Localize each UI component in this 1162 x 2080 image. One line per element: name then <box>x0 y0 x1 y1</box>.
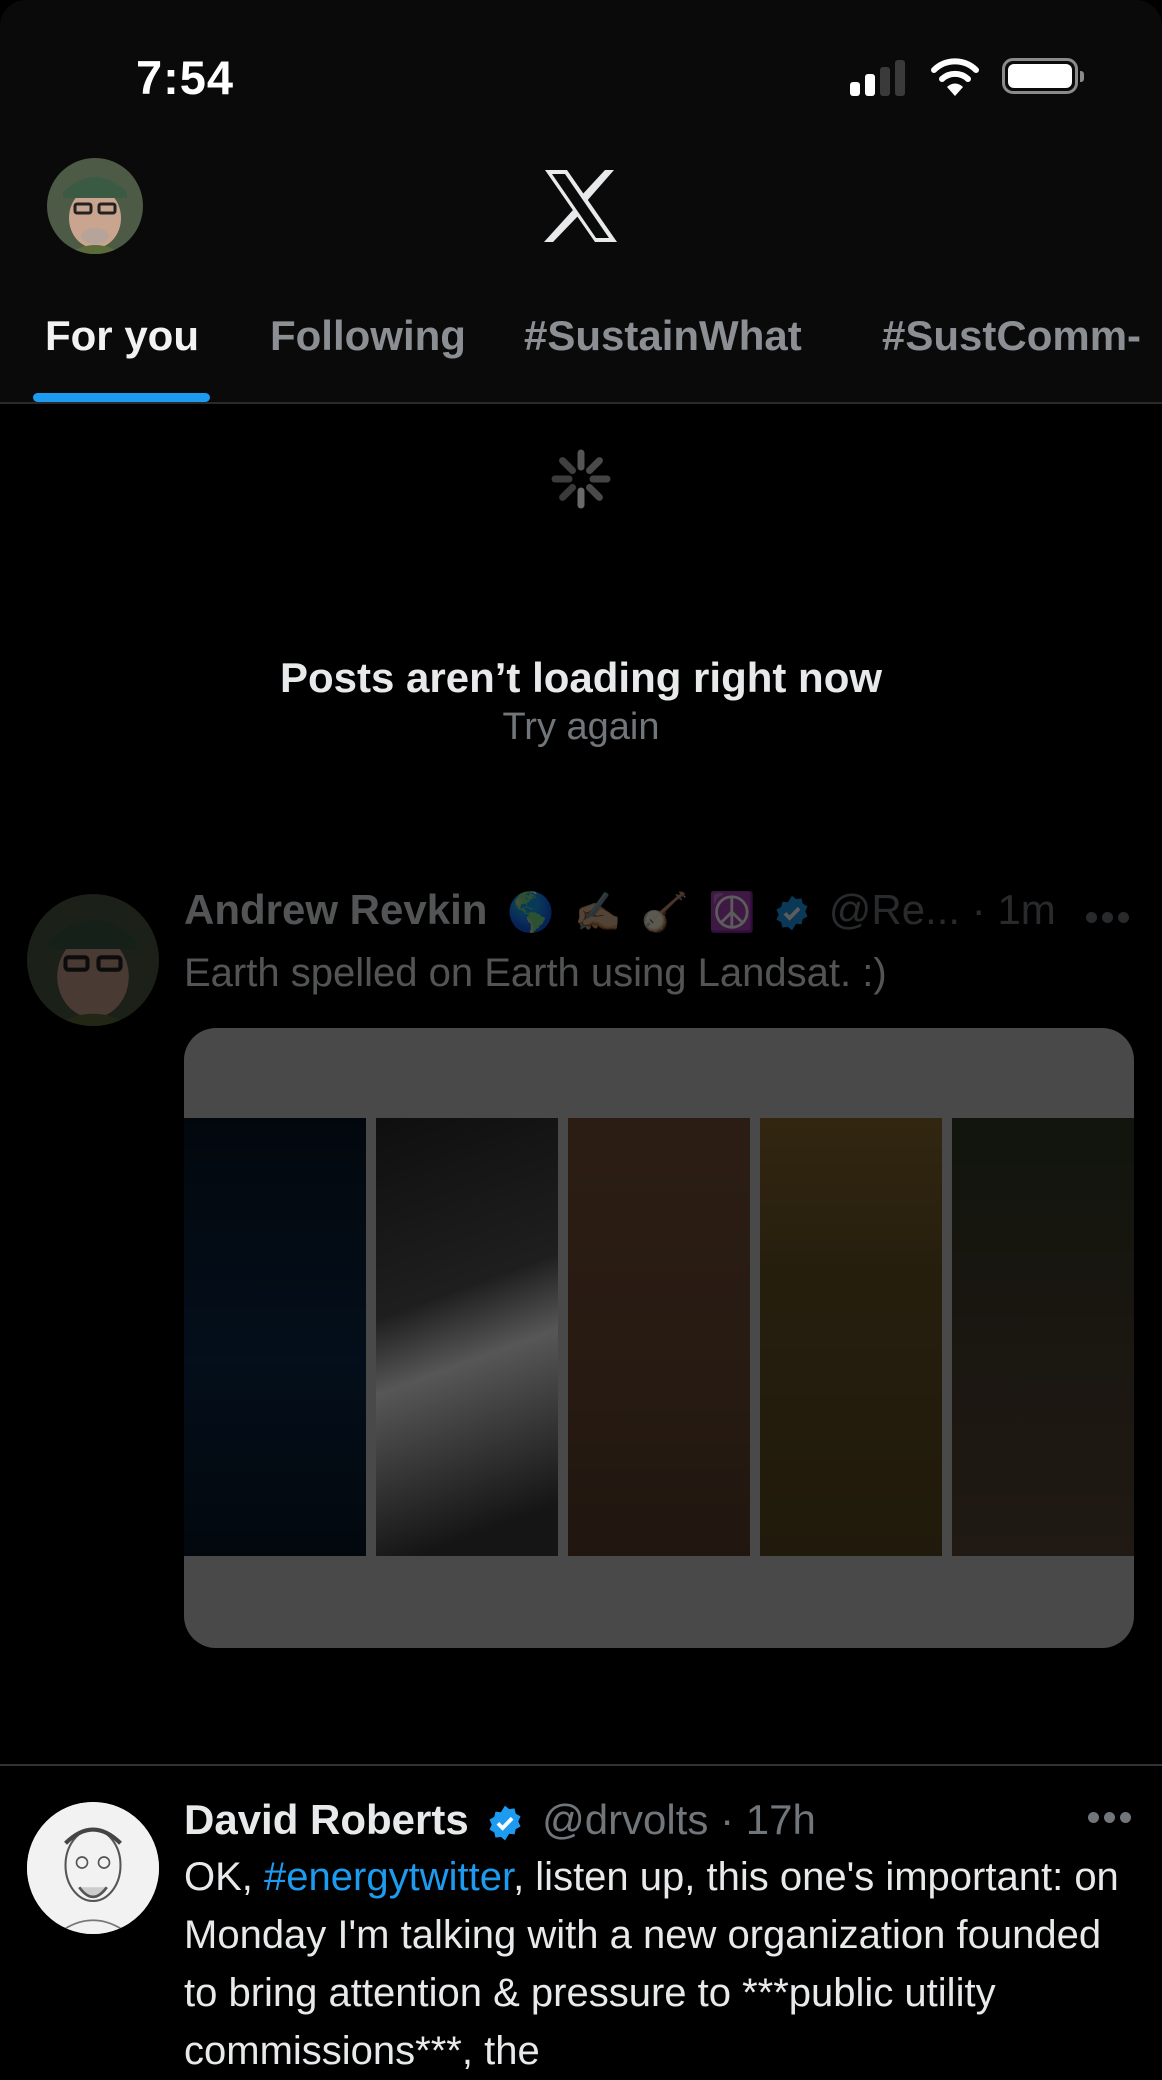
post-text: Earth spelled on Earth using Landsat. :) <box>184 951 887 995</box>
x-logo-icon[interactable] <box>543 170 619 242</box>
try-again-button[interactable]: Try again <box>0 706 1162 749</box>
post-header: Andrew Revkin 🌎 ✍🏼 🪕 ☮️ @Re... · 1m <box>184 886 1056 935</box>
cellular-signal-icon <box>850 60 922 96</box>
author-handle[interactable]: @Re... <box>829 886 960 933</box>
post-time[interactable]: 1m <box>997 886 1055 933</box>
tab-sustainwhat[interactable]: #SustainWhat <box>524 312 802 360</box>
active-tab-indicator <box>33 393 210 402</box>
post-header: David Roberts @drvolts · 17h <box>184 1796 816 1844</box>
profile-avatar[interactable] <box>47 158 143 254</box>
author-avatar[interactable] <box>27 894 159 1026</box>
author-name[interactable]: David Roberts <box>184 1796 469 1843</box>
tab-following[interactable]: Following <box>270 312 466 360</box>
image-strip-r <box>568 1118 750 1556</box>
tabs-divider <box>0 402 1162 404</box>
author-avatar[interactable] <box>27 1802 159 1934</box>
post-image[interactable] <box>184 1028 1134 1648</box>
separator-dot: · <box>971 886 986 933</box>
separator-dot: · <box>720 1796 735 1843</box>
author-name[interactable]: Andrew Revkin <box>184 886 487 933</box>
image-strip-t <box>760 1118 942 1556</box>
banjo-emoji-icon: 🪕 <box>641 891 689 934</box>
tab-sustcomm[interactable]: #SustComm- <box>882 312 1141 360</box>
peace-symbol-emoji-icon: ☮️ <box>708 891 756 934</box>
loading-spinner-icon <box>551 449 611 509</box>
timeline-tabs: For you Following #SustainWhat #SustComm… <box>0 300 1162 403</box>
writing-hand-emoji-icon: ✍🏼 <box>574 891 622 934</box>
verified-badge-icon <box>489 1805 521 1841</box>
post-andrew-revkin[interactable]: Andrew Revkin 🌎 ✍🏼 🪕 ☮️ @Re... · 1m Eart… <box>0 880 1162 1780</box>
top-header: 7:54 For you Following #SustainWhat #Sus… <box>0 0 1162 403</box>
verified-badge-icon <box>776 895 808 931</box>
post-text-start: OK, <box>184 1855 265 1899</box>
image-strip-h <box>952 1118 1134 1556</box>
feed-error-title: Posts aren’t loading right now <box>279 654 883 701</box>
wifi-icon <box>931 58 979 96</box>
tab-for-you[interactable]: For you <box>45 312 199 360</box>
post-david-roberts[interactable]: David Roberts @drvolts · 17h OK, #energy… <box>0 1766 1162 2073</box>
post-time[interactable]: 17h <box>746 1796 816 1843</box>
status-time: 7:54 <box>136 51 235 104</box>
globe-emoji-icon: 🌎 <box>507 891 555 934</box>
hashtag-link[interactable]: #energytwitter <box>264 1855 513 1899</box>
author-handle[interactable]: @drvolts <box>542 1796 708 1843</box>
image-strip-e <box>184 1118 366 1556</box>
more-options-icon[interactable] <box>1086 912 1136 926</box>
post-text: OK, #energytwitter, listen up, this one'… <box>184 1848 1134 2080</box>
image-strip-a <box>376 1118 558 1556</box>
more-options-icon[interactable] <box>1088 1812 1138 1826</box>
battery-icon <box>1002 58 1084 94</box>
